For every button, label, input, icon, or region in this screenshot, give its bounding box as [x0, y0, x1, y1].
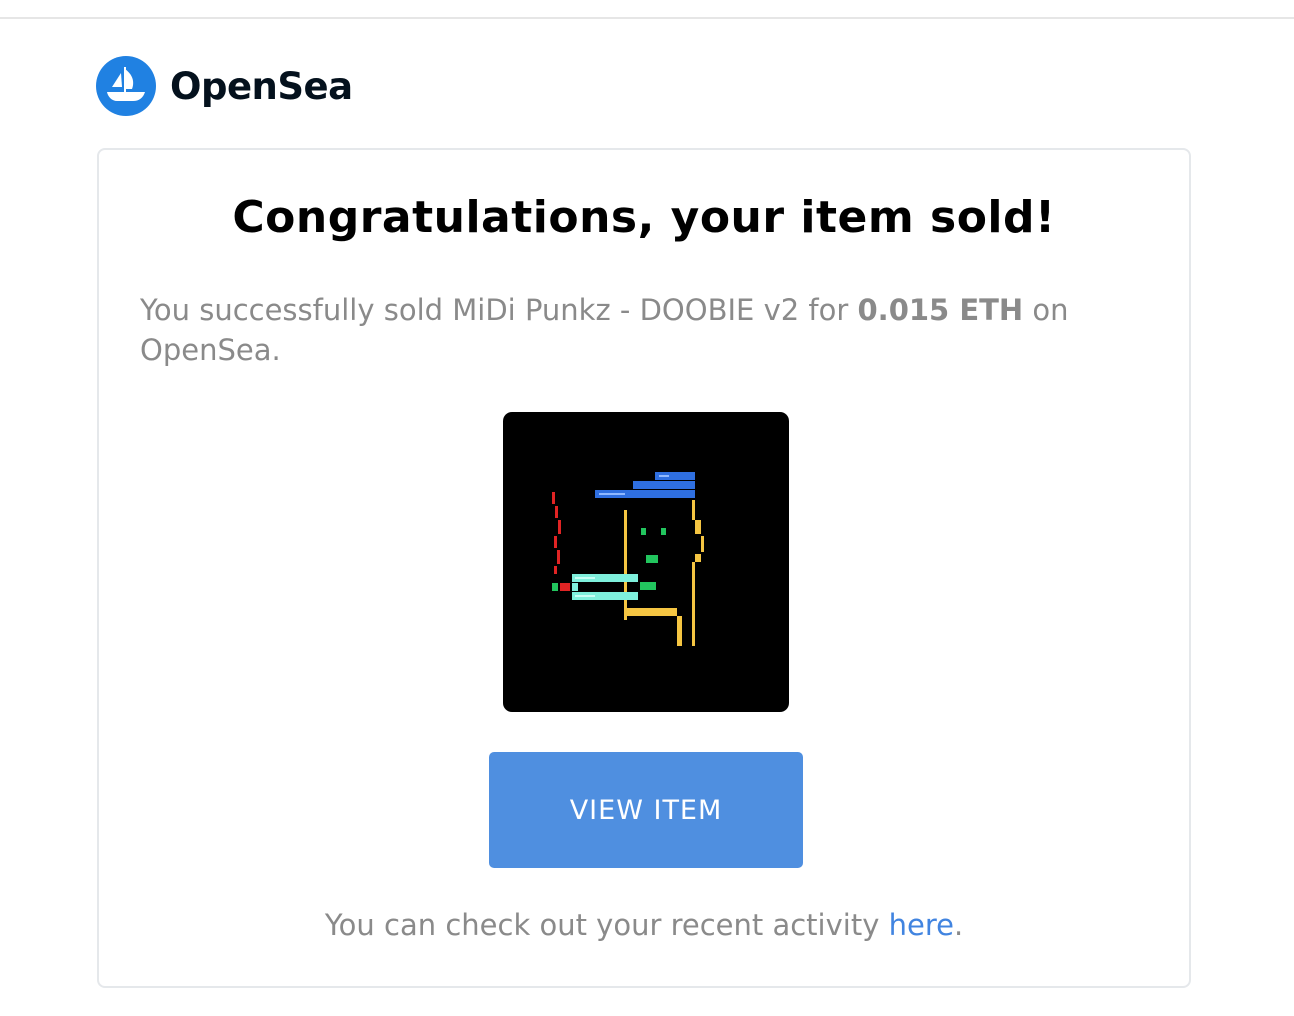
nft-pixel-art-image: [552, 472, 704, 646]
top-divider: [0, 17, 1294, 19]
sale-message: You successfully sold MiDi Punkz - DOOBI…: [140, 290, 1100, 370]
sale-message-prefix: You successfully sold MiDi Punkz - DOOBI…: [140, 293, 849, 327]
brand-name: OpenSea: [170, 64, 353, 108]
sale-notification-card: Congratulations, your item sold! You suc…: [97, 148, 1191, 988]
nft-item-image[interactable]: [503, 412, 789, 712]
headline: Congratulations, your item sold!: [232, 192, 1056, 243]
brand-header[interactable]: OpenSea: [96, 55, 353, 117]
sale-price: 0.015 ETH: [857, 293, 1024, 327]
activity-here-link[interactable]: here: [889, 908, 954, 942]
activity-message-prefix: You can check out your recent activity: [324, 908, 880, 942]
activity-message-suffix: .: [953, 908, 964, 942]
opensea-logo-icon: [96, 56, 156, 116]
activity-message: You can check out your recent activity h…: [99, 908, 1189, 942]
view-item-button[interactable]: VIEW ITEM: [489, 752, 803, 868]
